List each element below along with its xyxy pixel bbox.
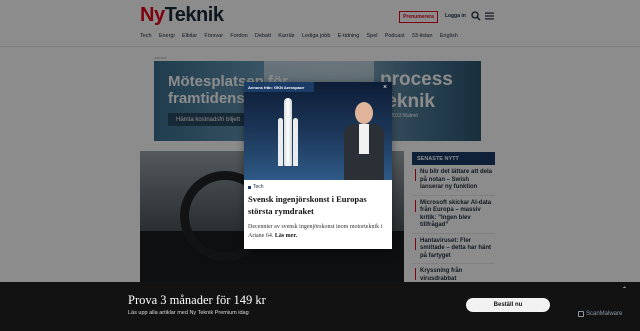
order-now-button[interactable]: Beställ nu: [466, 298, 550, 312]
paywall-title: Prova 3 månader för 149 kr: [128, 293, 266, 307]
category-label: Tech: [253, 184, 264, 190]
sponsored-ad-modal[interactable]: Annons från: GKN Aerospace × Tech Svensk…: [244, 82, 392, 249]
person-photo: [344, 102, 384, 180]
person-head: [355, 102, 373, 124]
paywall-banner: ⌃ Prova 3 månader för 149 kr Läs upp all…: [0, 282, 640, 331]
ad-modal-image: [244, 82, 392, 180]
close-icon[interactable]: ×: [381, 84, 389, 92]
sponsor-label: Annons från: GKN Aerospace: [244, 82, 314, 92]
read-more-link[interactable]: Läs mer.: [275, 233, 297, 239]
watermark: ScanMalware: [578, 311, 622, 317]
rocket-booster: [278, 118, 283, 166]
article-category: Tech: [248, 184, 264, 190]
paywall-subtitle: Läs upp alla artiklar med Ny Teknik Prem…: [128, 310, 249, 316]
rocket-booster: [293, 118, 298, 166]
category-marker-icon: [248, 185, 251, 189]
ad-body-text: Decennier av svensk ingenjörskonst inom …: [248, 224, 383, 239]
page: NyTeknik Prenumerera Logga in Tech Energ…: [0, 0, 640, 331]
rocket-image: [284, 98, 292, 166]
ad-headline[interactable]: Svensk ingenjörskonst i Europas största …: [248, 193, 388, 217]
chevron-up-icon[interactable]: ⌃: [622, 286, 627, 293]
person-shirt: [359, 124, 369, 154]
ad-body: Decennier av svensk ingenjörskonst inom …: [248, 223, 388, 241]
shield-icon: [578, 311, 584, 317]
watermark-text: ScanMalware: [586, 311, 623, 317]
